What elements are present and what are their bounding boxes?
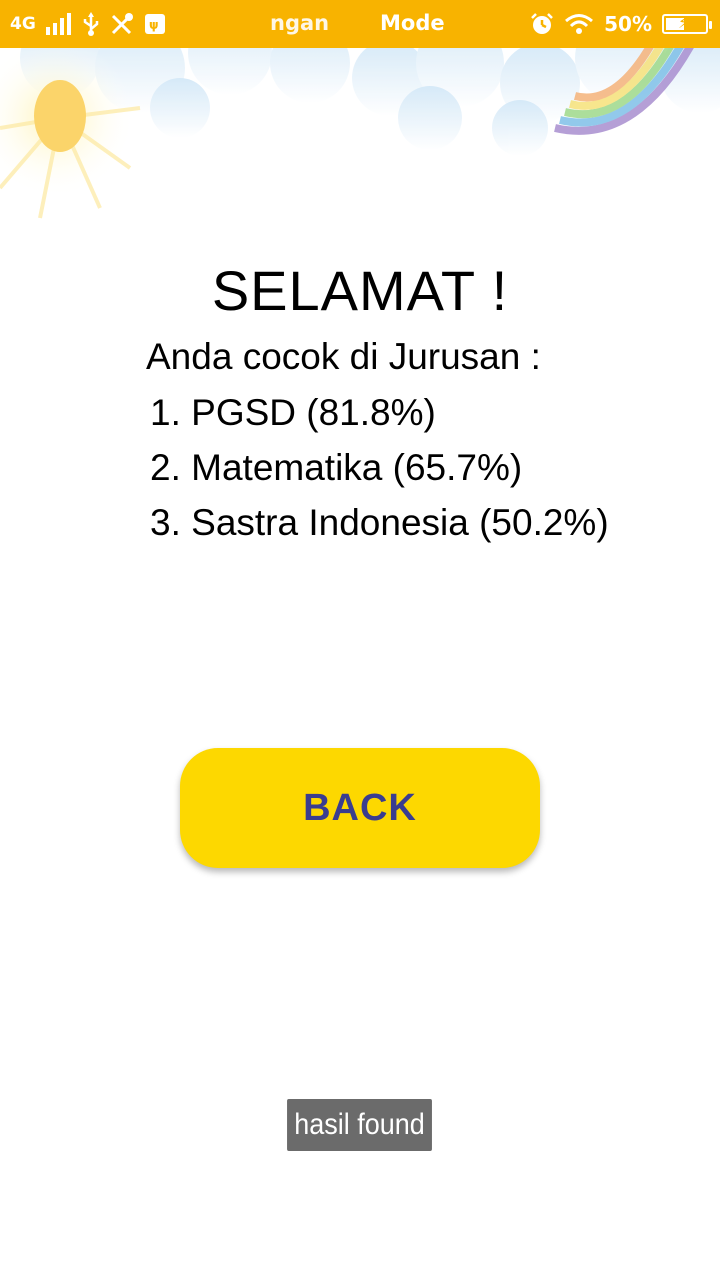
battery-percent: 50%	[604, 12, 652, 36]
wifi-icon	[564, 13, 594, 35]
major-result-list: 1. PGSD (81.8%) 2. Matematika (65.7%) 3.…	[150, 390, 609, 555]
debug-icon: ψ	[144, 13, 166, 35]
tools-icon	[110, 13, 134, 35]
sun-icon	[0, 48, 141, 219]
signal-icon	[45, 13, 72, 35]
result-subtitle: Anda cocok di Jurusan :	[146, 336, 541, 377]
sky-background	[0, 48, 720, 219]
svg-text:ψ: ψ	[149, 18, 159, 32]
toast-text: hasil found	[294, 1108, 425, 1141]
status-ticker-left: ngan	[270, 11, 330, 35]
congrats-title: SELAMAT !	[211, 259, 509, 322]
charging-icon: ⚡	[678, 13, 690, 32]
battery-icon: ⚡	[662, 13, 712, 34]
status-ticker-right: Mode	[380, 11, 445, 35]
toast-message: hasil found	[287, 1099, 432, 1151]
status-bar: 4G ψ ngan Mode 50% ⚡	[0, 0, 720, 48]
network-type: 4G	[10, 14, 36, 34]
back-button[interactable]: BACK	[180, 748, 540, 868]
alarm-icon	[530, 12, 554, 36]
result-item-1: 1. PGSD (81.8%)	[150, 392, 436, 433]
result-item-3: 3. Sastra Indonesia (50.2%)	[150, 502, 609, 543]
result-item-2: 2. Matematika (65.7%)	[150, 447, 523, 488]
usb-icon	[82, 12, 100, 36]
